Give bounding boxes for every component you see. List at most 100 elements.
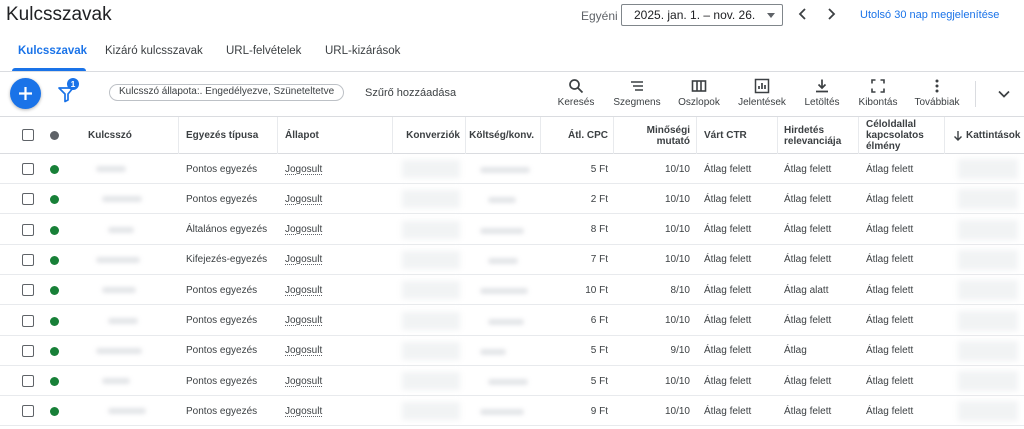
enabled-status-dot-icon[interactable]: [50, 286, 59, 296]
redacted-cost-per-conversion: [480, 348, 506, 355]
chevron-left-icon[interactable]: [795, 6, 811, 22]
date-range-label: Egyéni: [581, 9, 618, 23]
expand-button[interactable]: Kibontás: [856, 78, 900, 108]
column-header-landing-page-experience[interactable]: Céloldallal kapcsolatos élmény: [866, 117, 938, 154]
status-cell: Jogosult: [285, 306, 385, 336]
table-row[interactable]: Általános egyezés Jogosult 8 Ft 10/10 Átlag …: [0, 215, 1024, 245]
status-eligible-link[interactable]: Jogosult: [285, 315, 322, 326]
table-row[interactable]: Kifejezés-egyezés Jogosult 7 Ft 10/10 Átlag …: [0, 245, 1024, 275]
enabled-status-dot-icon[interactable]: [50, 346, 59, 356]
status-eligible-link[interactable]: Jogosult: [285, 224, 322, 235]
sort-descending-icon[interactable]: [953, 130, 963, 141]
enabled-status-dot-icon[interactable]: [50, 316, 59, 326]
match-type-cell: Pontos egyezés: [186, 375, 258, 387]
ad-relevance-cell: Átlag felett: [784, 193, 832, 205]
tab-url-exclusions[interactable]: URL-kizárások: [325, 45, 400, 57]
enabled-status-dot-icon[interactable]: [50, 165, 59, 174]
redacted-keyword: [108, 226, 134, 233]
add-keyword-button[interactable]: [10, 78, 41, 109]
keywords-table: Kulcsszó Egyezés típusa Állapot Konverzi…: [0, 116, 1024, 429]
status-eligible-link[interactable]: Jogosult: [285, 345, 322, 356]
chevron-right-icon[interactable]: [823, 6, 839, 22]
redacted-conversions: [402, 160, 460, 178]
column-header-cost-per-conversion[interactable]: Költség/konv.: [468, 117, 534, 154]
date-range-value: 2025. jan. 1. – nov. 26.: [634, 8, 756, 22]
row-checkbox[interactable]: [22, 223, 34, 236]
table-row[interactable]: Pontos egyezés Jogosult 2 Ft 10/10 Átlag fel…: [0, 184, 1024, 215]
enabled-status-dot-icon[interactable]: [50, 255, 59, 265]
enabled-status-dot-icon[interactable]: [50, 195, 59, 205]
tab-negative-keywords[interactable]: Kizáró kulcsszavak: [105, 45, 203, 57]
status-eligible-link[interactable]: Jogosult: [285, 194, 322, 205]
row-checkbox[interactable]: [22, 314, 34, 327]
enabled-status-dot-icon[interactable]: [50, 225, 59, 235]
chevron-down-icon[interactable]: [997, 87, 1011, 101]
enabled-status-dot-icon[interactable]: [50, 407, 59, 417]
table-row[interactable]: Pontos egyezés Jogosult 6 Ft 10/10 Átlag fel…: [0, 306, 1024, 336]
column-header-quality-score[interactable]: Minőségi mutató: [630, 117, 690, 154]
row-checkbox[interactable]: [22, 193, 34, 206]
redacted-conversions: [402, 220, 460, 239]
ad-relevance-cell: Átlag felett: [784, 375, 832, 387]
match-type-cell: Pontos egyezés: [186, 315, 258, 326]
select-all-checkbox[interactable]: [22, 129, 34, 141]
search-button[interactable]: Keresés: [556, 78, 596, 108]
table-row[interactable]: Pontos egyezés Jogosult 5 Ft 10/10 Átlag fel…: [0, 366, 1024, 397]
status-eligible-link[interactable]: Jogosult: [285, 376, 322, 387]
column-header-ad-relevance[interactable]: Hirdetés relevanciája: [784, 117, 854, 154]
reports-button[interactable]: Jelentések: [736, 78, 788, 108]
tab-bar: Kulcsszavak Kizáró kulcsszavak URL-felvé…: [0, 36, 1024, 72]
columns-button[interactable]: Oszlopok: [676, 78, 722, 108]
landing-page-experience-cell: Átlag felett: [866, 163, 914, 175]
date-range-select[interactable]: 2025. jan. 1. – nov. 26.: [621, 4, 783, 26]
column-header-clicks[interactable]: Kattintások: [966, 117, 1024, 154]
expected-ctr-cell: Átlag felett: [704, 193, 752, 205]
table-row[interactable]: Pontos egyezés Jogosult 5 Ft 10/10 Átlag fel…: [0, 154, 1024, 184]
row-checkbox[interactable]: [22, 284, 34, 297]
tab-keywords[interactable]: Kulcsszavak: [18, 45, 87, 57]
redacted-keyword: [102, 378, 130, 385]
status-cell: Jogosult: [285, 245, 385, 275]
status-eligible-link[interactable]: Jogosult: [285, 285, 322, 296]
redacted-cost-per-conversion: [480, 227, 524, 234]
download-button[interactable]: Letöltés: [802, 78, 842, 108]
redacted-clicks: [958, 159, 1018, 179]
ad-relevance-cell: Átlag felett: [784, 405, 832, 417]
table-row[interactable]: Pontos egyezés Jogosult 10 Ft 8/10 Átlag fel…: [0, 275, 1024, 306]
segment-button-label: Szegmens: [613, 97, 661, 108]
column-header-conversions[interactable]: Konverziók: [396, 117, 460, 154]
add-filter-button[interactable]: Szűrő hozzáadása: [365, 87, 456, 99]
table-row[interactable]: Pontos egyezés Jogosult 9 Ft 10/10 Átlag fel…: [0, 396, 1024, 427]
column-header-status[interactable]: Állapot: [285, 117, 385, 154]
segment-button[interactable]: Szegmens: [612, 78, 662, 108]
show-last-30-days-link[interactable]: Utolsó 30 nap megjelenítése: [860, 9, 999, 21]
column-divider: [540, 117, 541, 154]
row-checkbox[interactable]: [22, 405, 34, 418]
tab-url-inclusions[interactable]: URL-felvételek: [226, 45, 301, 57]
column-header-expected-ctr[interactable]: Várt CTR: [704, 117, 774, 154]
ad-relevance-cell: Átlag: [784, 345, 807, 357]
columns-button-label: Oszlopok: [678, 97, 720, 108]
row-checkbox[interactable]: [22, 344, 34, 357]
status-cell: Jogosult: [285, 396, 385, 426]
status-eligible-link[interactable]: Jogosult: [285, 164, 322, 175]
column-header-keyword[interactable]: Kulcsszó: [88, 117, 178, 154]
redacted-conversions: [402, 281, 460, 300]
row-checkbox[interactable]: [22, 163, 34, 175]
table-row[interactable]: Pontos egyezés Jogosult 5 Ft 9/10 Átlag fele…: [0, 336, 1024, 366]
column-header-match-type[interactable]: Egyezés típusa: [186, 117, 274, 154]
redacted-keyword: [108, 408, 146, 415]
status-dot-header-icon: [50, 131, 59, 140]
redacted-keyword: [96, 256, 140, 263]
status-eligible-link[interactable]: Jogosult: [285, 406, 322, 417]
status-eligible-link[interactable]: Jogosult: [285, 254, 322, 265]
column-header-avg-cpc[interactable]: Átl. CPC: [544, 117, 608, 154]
quality-score-cell: 10/10: [664, 405, 690, 417]
redacted-keyword: [96, 166, 126, 172]
row-checkbox[interactable]: [22, 375, 34, 388]
filter-chip-keyword-status[interactable]: Kulcsszó állapota:. Engedélyezve, Szünet…: [109, 84, 345, 101]
row-checkbox[interactable]: [22, 253, 34, 266]
enabled-status-dot-icon[interactable]: [50, 377, 59, 387]
more-button[interactable]: Továbbiak: [912, 78, 962, 108]
expected-ctr-cell: Átlag felett: [704, 284, 752, 296]
